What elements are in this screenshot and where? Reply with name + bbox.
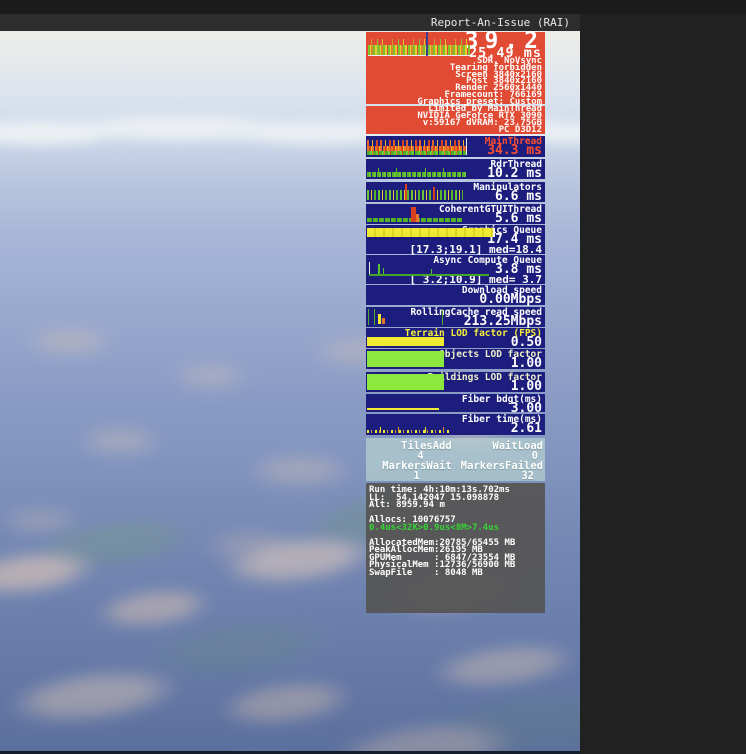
markerswait-value: 1 bbox=[413, 470, 420, 482]
gpu-info-line: PC D3D12 bbox=[498, 125, 542, 135]
objects-lod-block: Objects LOD factor 1.00 bbox=[366, 349, 545, 370]
graphics-queue-bar bbox=[367, 228, 495, 237]
session-stats-block: Run time: 4h:10m:13s.702ms LL: 54.142047… bbox=[366, 483, 545, 613]
fps-block: 39.2 25.49 ms SDR, NoVsync Tearing forbi… bbox=[366, 31, 545, 106]
alloc-timing: 0.4us<32K>0.9us<8M>7.4us bbox=[369, 522, 500, 533]
tiles-markers-block: TilesAdd 4 WaitLoad 0 MarkersWait 1 Mark… bbox=[366, 438, 545, 481]
async-queue-histogram bbox=[369, 262, 489, 276]
rdrthread-block: RdrThread 10.2 ms bbox=[366, 159, 545, 180]
rollingcache-block: RollingCache read speed 213.25Mbps bbox=[366, 307, 545, 328]
waitload-cell: WaitLoad 0 bbox=[454, 441, 545, 462]
async-queue-block: Async Compute Queue 3.8 ms [ 3.2;10.9] m… bbox=[366, 255, 545, 286]
async-queue-range: [ 3.2;10.9] med= 3.7 bbox=[409, 273, 542, 286]
manipulators-histogram bbox=[367, 184, 463, 200]
tilesadd-label: TilesAdd bbox=[401, 440, 452, 452]
download-speed-block: Download speed 0.00Mbps bbox=[366, 285, 545, 307]
titlebar-title: Report-An-Issue (RAI) bbox=[430, 16, 570, 29]
titlebar[interactable]: Report-An-Issue (RAI) bbox=[0, 14, 580, 31]
fiber-budget-bar bbox=[367, 408, 439, 410]
coherentgtui-histogram bbox=[367, 206, 463, 222]
terrain-lod-block: Terrain LOD factor (FPS) 0.50 bbox=[366, 328, 545, 349]
rdrthread-histogram bbox=[367, 167, 467, 177]
mainthread-block: MainThread 34.3 ms bbox=[366, 136, 545, 157]
markersfailed-cell: MarkersFailed 32 bbox=[454, 461, 545, 482]
coherentgtui-block: CoherentGTUIThread 5.6 ms bbox=[366, 204, 545, 225]
fps-histogram bbox=[368, 32, 470, 56]
buildings-lod-bar bbox=[367, 374, 444, 390]
graphics-queue-block: Graphics Queue 17.4 ms [17.3;19.1] med=1… bbox=[366, 225, 545, 256]
swap-file: SwapFile : 8048 MB bbox=[369, 567, 483, 578]
window-top-strip bbox=[0, 0, 746, 14]
terrain-lod-bar bbox=[367, 337, 444, 346]
graphics-queue-range: [17.3;19.1] med=18.4 bbox=[409, 243, 542, 256]
download-speed-value: 0.00Mbps bbox=[479, 292, 542, 307]
buildings-lod-block: Buildings LOD factor 1.00 bbox=[366, 372, 545, 393]
fps-debug-panel: 39.2 25.49 ms SDR, NoVsync Tearing forbi… bbox=[366, 31, 545, 614]
manipulators-block: Manipulators 6.6 ms bbox=[366, 182, 545, 203]
tilesadd-cell: TilesAdd 4 bbox=[366, 440, 454, 462]
markerswait-cell: MarkersWait 1 bbox=[366, 460, 454, 482]
sim-viewport[interactable]: 39.2 25.49 ms SDR, NoVsync Tearing forbi… bbox=[0, 31, 580, 754]
fiber-budget-block: Fiber bdgt(ms) 3.00 bbox=[366, 394, 545, 415]
markerswait-label: MarkersWait bbox=[382, 460, 452, 472]
objects-lod-bar bbox=[367, 351, 444, 367]
gpu-block: Limited by MainThread NVIDIA GeForce RTX… bbox=[366, 105, 545, 135]
rollingcache-histogram bbox=[368, 309, 458, 325]
fiber-time-block: Fiber time(ms) 2.61 bbox=[366, 414, 545, 435]
markersfailed-value: 32 bbox=[521, 470, 534, 482]
fiber-time-histogram bbox=[367, 426, 451, 433]
mainthread-histogram bbox=[367, 138, 467, 155]
altitude: Alt: 8959.94 m bbox=[369, 500, 445, 510]
